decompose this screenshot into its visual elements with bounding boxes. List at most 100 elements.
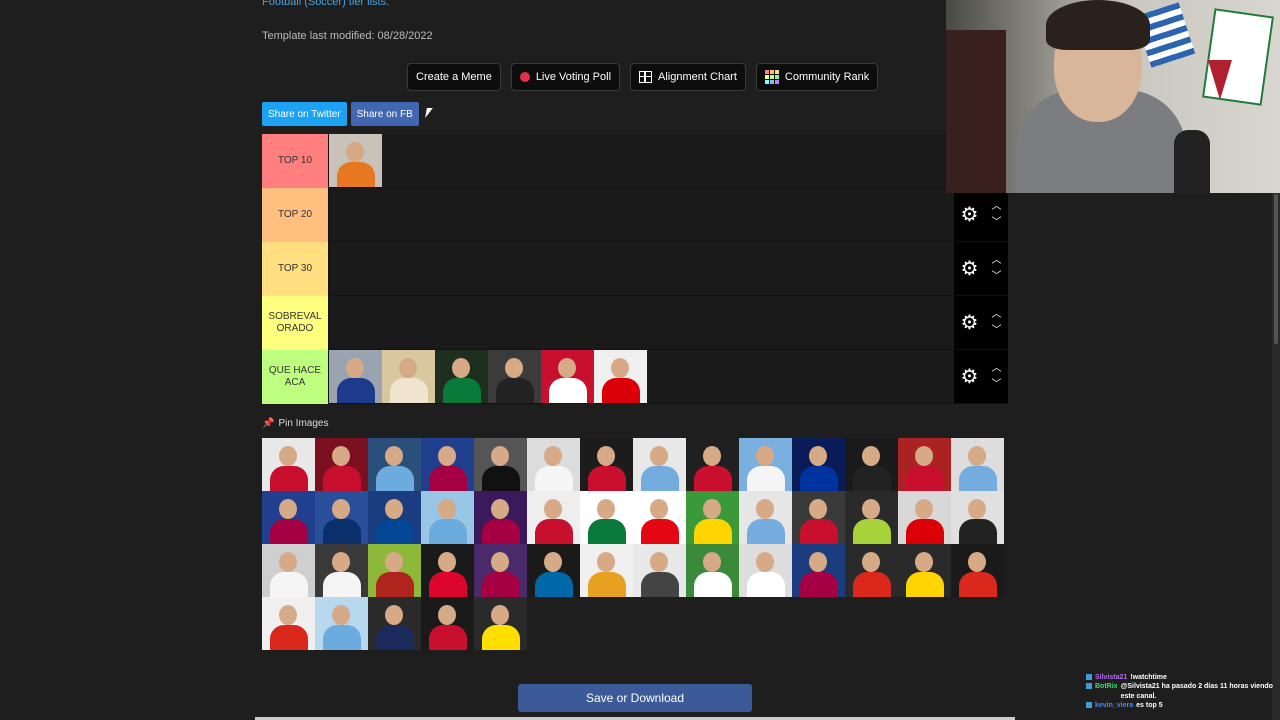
pool-player-image[interactable] — [792, 544, 845, 597]
tier-player-image[interactable] — [435, 350, 488, 403]
tier-label[interactable]: QUE HACE ACA — [262, 350, 329, 404]
create-meme-button[interactable]: Create a Meme — [407, 63, 501, 91]
chevron-up-icon[interactable]: ︿ — [991, 361, 1001, 377]
share-facebook-button[interactable]: Share on FB — [350, 102, 419, 126]
pool-player-image[interactable] — [474, 438, 527, 491]
pool-player-image[interactable] — [368, 544, 421, 597]
pool-player-image[interactable] — [262, 491, 315, 544]
pool-player-image[interactable] — [845, 491, 898, 544]
scrollbar-thumb[interactable] — [1274, 194, 1278, 344]
pool-player-image[interactable] — [951, 438, 1004, 491]
chevron-up-icon[interactable]: ︿ — [991, 307, 1001, 323]
tier-player-image[interactable] — [329, 350, 382, 403]
tier-label[interactable]: TOP 30 — [262, 242, 329, 296]
player-head — [703, 499, 721, 519]
tier-items-dropzone[interactable] — [329, 350, 954, 403]
gear-icon[interactable]: ⚙ — [961, 256, 979, 281]
chevron-down-icon[interactable]: ﹀ — [991, 377, 1001, 393]
tier-player-image[interactable] — [594, 350, 647, 403]
pool-player-image[interactable] — [421, 438, 474, 491]
pool-player-image[interactable] — [633, 544, 686, 597]
chat-badge-icon — [1086, 683, 1092, 690]
gear-icon[interactable]: ⚙ — [961, 364, 979, 389]
pool-player-image[interactable] — [474, 491, 527, 544]
save-download-button[interactable]: Save or Download — [518, 684, 752, 712]
pool-player-image[interactable] — [262, 597, 315, 650]
alignment-chart-button[interactable]: Alignment Chart — [630, 63, 746, 91]
pool-player-image[interactable] — [421, 491, 474, 544]
community-rank-button[interactable]: Community Rank — [755, 63, 879, 91]
pool-player-image[interactable] — [792, 491, 845, 544]
player-head — [438, 605, 456, 625]
pool-player-image[interactable] — [686, 544, 739, 597]
pool-player-image[interactable] — [315, 491, 368, 544]
pool-player-image[interactable] — [580, 544, 633, 597]
pool-player-image[interactable] — [421, 544, 474, 597]
pool-player-image[interactable] — [898, 491, 951, 544]
pool-player-image[interactable] — [951, 491, 1004, 544]
pool-player-image[interactable] — [845, 438, 898, 491]
pool-player-image[interactable] — [474, 597, 527, 650]
tier-label[interactable]: SOBREVALORADO — [262, 296, 329, 350]
pin-images-toggle[interactable]: 📌 Pin Images — [262, 418, 328, 429]
chevron-up-icon[interactable]: ︿ — [991, 253, 1001, 269]
pool-player-image[interactable] — [315, 438, 368, 491]
pool-player-image[interactable] — [633, 491, 686, 544]
pool-player-image[interactable] — [368, 597, 421, 650]
tier-player-image[interactable] — [488, 350, 541, 403]
pool-player-image[interactable] — [580, 438, 633, 491]
player-head — [968, 446, 986, 466]
player-head — [452, 358, 470, 378]
player-shirt — [800, 466, 838, 491]
tier-label[interactable]: TOP 10 — [262, 134, 329, 188]
tier-player-image[interactable] — [382, 350, 435, 403]
chevron-down-icon[interactable]: ﹀ — [991, 269, 1001, 285]
pool-player-image[interactable] — [262, 544, 315, 597]
tierlist-category-link[interactable]: Football (Soccer) tier lists. — [262, 0, 389, 8]
pool-player-image[interactable] — [368, 491, 421, 544]
tier-player-image[interactable] — [541, 350, 594, 403]
pool-player-image[interactable] — [898, 438, 951, 491]
chevron-up-icon[interactable]: ︿ — [991, 199, 1001, 215]
pool-player-image[interactable] — [686, 438, 739, 491]
pool-player-image[interactable] — [951, 544, 1004, 597]
pool-player-image[interactable] — [368, 438, 421, 491]
live-voting-poll-button[interactable]: Live Voting Poll — [510, 63, 621, 91]
pool-player-image[interactable] — [474, 544, 527, 597]
pool-player-image[interactable] — [421, 597, 474, 650]
tier-player-image[interactable] — [329, 134, 382, 187]
tier-items-dropzone[interactable] — [329, 134, 1008, 187]
tier-items-dropzone[interactable] — [329, 188, 954, 241]
pool-player-image[interactable] — [739, 491, 792, 544]
pool-player-image[interactable] — [739, 544, 792, 597]
player-head — [968, 499, 986, 519]
share-twitter-button[interactable]: Share on Twitter — [262, 102, 347, 126]
player-head — [809, 446, 827, 466]
pool-player-image[interactable] — [580, 491, 633, 544]
pool-player-image[interactable] — [527, 438, 580, 491]
gear-icon[interactable]: ⚙ — [961, 310, 979, 335]
pool-player-image[interactable] — [633, 438, 686, 491]
pool-player-image[interactable] — [315, 597, 368, 650]
pool-player-image[interactable] — [898, 544, 951, 597]
tier-items-dropzone[interactable] — [329, 242, 954, 295]
template-modified-text: Template last modified: 08/28/2022 — [262, 30, 433, 42]
pool-player-image[interactable] — [527, 544, 580, 597]
chevron-down-icon[interactable]: ﹀ — [991, 323, 1001, 339]
tier-row: TOP 20 ⚙ ︿ ﹀ — [262, 188, 1008, 242]
pool-player-image[interactable] — [527, 491, 580, 544]
player-head — [385, 446, 403, 466]
pool-player-image[interactable] — [792, 438, 845, 491]
player-shirt — [694, 572, 732, 597]
gear-icon[interactable]: ⚙ — [961, 202, 979, 227]
pool-player-image[interactable] — [739, 438, 792, 491]
pool-player-image[interactable] — [686, 491, 739, 544]
tier-label[interactable]: TOP 20 — [262, 188, 329, 242]
page-scrollbar[interactable] — [1272, 190, 1280, 720]
tier-items-dropzone[interactable] — [329, 296, 954, 349]
pool-player-image[interactable] — [845, 544, 898, 597]
pool-player-image[interactable] — [315, 544, 368, 597]
player-shirt — [323, 625, 361, 650]
pool-player-image[interactable] — [262, 438, 315, 491]
chevron-down-icon[interactable]: ﹀ — [991, 215, 1001, 231]
